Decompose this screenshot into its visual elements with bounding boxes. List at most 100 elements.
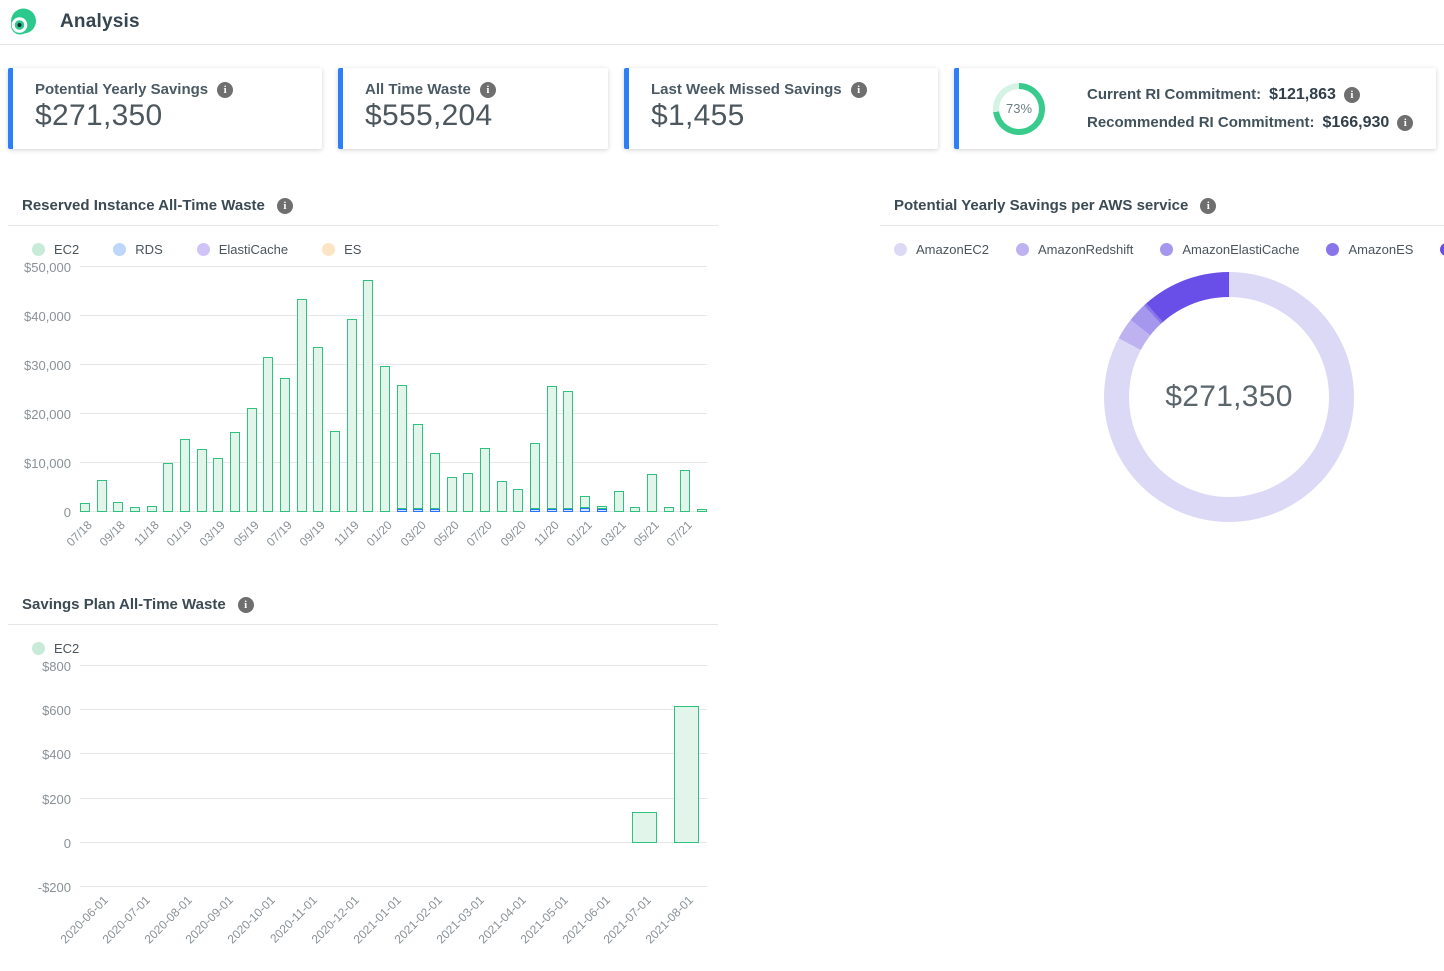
donut-chart[interactable]: $271,350 [1104,272,1354,522]
bar-segment-EC2 [380,366,390,512]
bar-03/20[interactable] [413,424,423,512]
bar-03/19[interactable] [213,458,223,512]
kpi-label: Potential Yearly Savings [35,81,208,98]
bar-06/19[interactable] [263,357,273,512]
donut-center-value: $271,350 [1165,380,1293,414]
donut-hole: $271,350 [1129,297,1329,497]
legend-item-ElastiCache[interactable]: ElastiCache [197,242,288,257]
legend-item-AmazonRedshift[interactable]: AmazonRedshift [1016,242,1133,257]
legend-item-EC2[interactable]: EC2 [32,242,79,257]
bar-05/20[interactable] [447,477,457,512]
bar-11/20[interactable] [547,386,557,512]
savings-plan-waste-chart-section: Savings Plan All-Time Waste EC2 $800$600… [8,596,718,962]
legend-dot-icon [1016,243,1029,256]
legend-item-RDS[interactable]: RDS [113,242,162,257]
gridline [80,798,707,799]
bar-segment-EC2 [530,443,540,509]
y-axis-tick-label: $600 [16,703,80,718]
recommended-ri-commitment-value: $166,930 [1323,114,1390,132]
legend-dot-icon [322,243,335,256]
bar-01/20[interactable] [380,366,390,512]
bar-segment-EC2 [480,448,490,512]
bar-05/19[interactable] [247,408,257,512]
bar-segment-EC2 [463,473,473,512]
kpi-label: All Time Waste [365,81,471,98]
bar-05/21[interactable] [647,474,657,512]
legend-item-AmazonEC2[interactable]: AmazonEC2 [894,242,989,257]
current-ri-commitment-label: Current RI Commitment: [1087,86,1261,103]
legend-label: EC2 [54,641,79,656]
info-icon[interactable] [277,198,293,214]
bar-07/19[interactable] [280,378,290,512]
bar-08/18[interactable] [97,480,107,512]
legend-dot-icon [32,642,45,655]
info-icon[interactable] [1344,87,1360,103]
bar-10/20[interactable] [530,443,540,512]
bar-segment-EC2 [263,357,273,512]
bar-segment-EC2 [180,439,190,513]
spot-logo-icon [8,7,38,37]
bar-07/20[interactable] [480,448,490,512]
legend-item-ES[interactable]: ES [322,242,361,257]
gridline [80,709,707,710]
bar-segment-EC2 [197,449,207,512]
current-ri-commitment-value: $121,863 [1269,86,1336,104]
bar-12/20[interactable] [563,391,573,512]
bar-segment-EC2 [297,299,307,512]
bar-segment-EC2 [513,489,523,512]
gridline [80,842,707,843]
info-icon[interactable] [1200,198,1216,214]
y-axis-tick-label: 0 [16,505,80,520]
bar-segment-EC2 [547,386,557,509]
bar-segment-EC2 [280,378,290,512]
kpi-value: $555,204 [365,99,586,133]
bar-06/20[interactable] [463,473,473,512]
y-axis-tick-label: $200 [16,792,80,807]
legend-label: AmazonElastiCache [1182,242,1299,257]
bar-02/19[interactable] [197,449,207,512]
y-axis-tick-label: $800 [16,659,80,674]
bar-09/19[interactable] [313,347,323,512]
kpi-value: $1,455 [651,99,916,133]
bar-segment-EC2 [97,480,107,512]
legend-item-AmazonRDS[interactable]: AmazonRDS [1440,242,1444,257]
bar-07/21[interactable] [680,470,690,512]
bar-04/20[interactable] [430,453,440,512]
chart-title: Potential Yearly Savings per AWS service [894,197,1188,214]
bar-12/18[interactable] [163,463,173,512]
bar-08/20[interactable] [497,481,507,512]
legend-item-AmazonES[interactable]: AmazonES [1326,242,1413,257]
bar-01/21[interactable] [580,496,590,512]
bar-segment-EC2 [163,463,173,512]
bar-08/19[interactable] [297,299,307,512]
bar-segment-EC2 [497,481,507,512]
bar-10/19[interactable] [330,431,340,512]
bar-04/19[interactable] [230,432,240,512]
bar-07/18[interactable] [80,503,90,512]
y-axis-tick-label: -$200 [16,880,80,895]
bar-01/19[interactable] [180,439,190,513]
bar-11/19[interactable] [347,319,357,512]
kpi-card-all-time-waste: All Time Waste $555,204 [338,68,608,149]
legend-item-AmazonElastiCache[interactable]: AmazonElastiCache [1160,242,1299,257]
bar-2021-07-01[interactable] [632,812,657,843]
bar-segment-EC2 [680,470,690,512]
kpi-label: Last Week Missed Savings [651,81,842,98]
app-header: Analysis [0,0,1444,45]
bar-2021-08-01[interactable] [674,706,699,843]
bar-09/18[interactable] [113,502,123,512]
legend-dot-icon [32,243,45,256]
legend-dot-icon [894,243,907,256]
legend-item-EC2[interactable]: EC2 [32,641,79,656]
info-icon[interactable] [851,82,867,98]
info-icon[interactable] [480,82,496,98]
bar-02/20[interactable] [397,385,407,512]
bar-12/19[interactable] [363,280,373,512]
info-icon[interactable] [238,597,254,613]
info-icon[interactable] [1397,115,1413,131]
bar-09/20[interactable] [513,489,523,512]
info-icon[interactable] [217,82,233,98]
bar-03/21[interactable] [614,491,624,512]
bar-segment-EC2 [213,458,223,512]
legend-label: AmazonES [1348,242,1413,257]
